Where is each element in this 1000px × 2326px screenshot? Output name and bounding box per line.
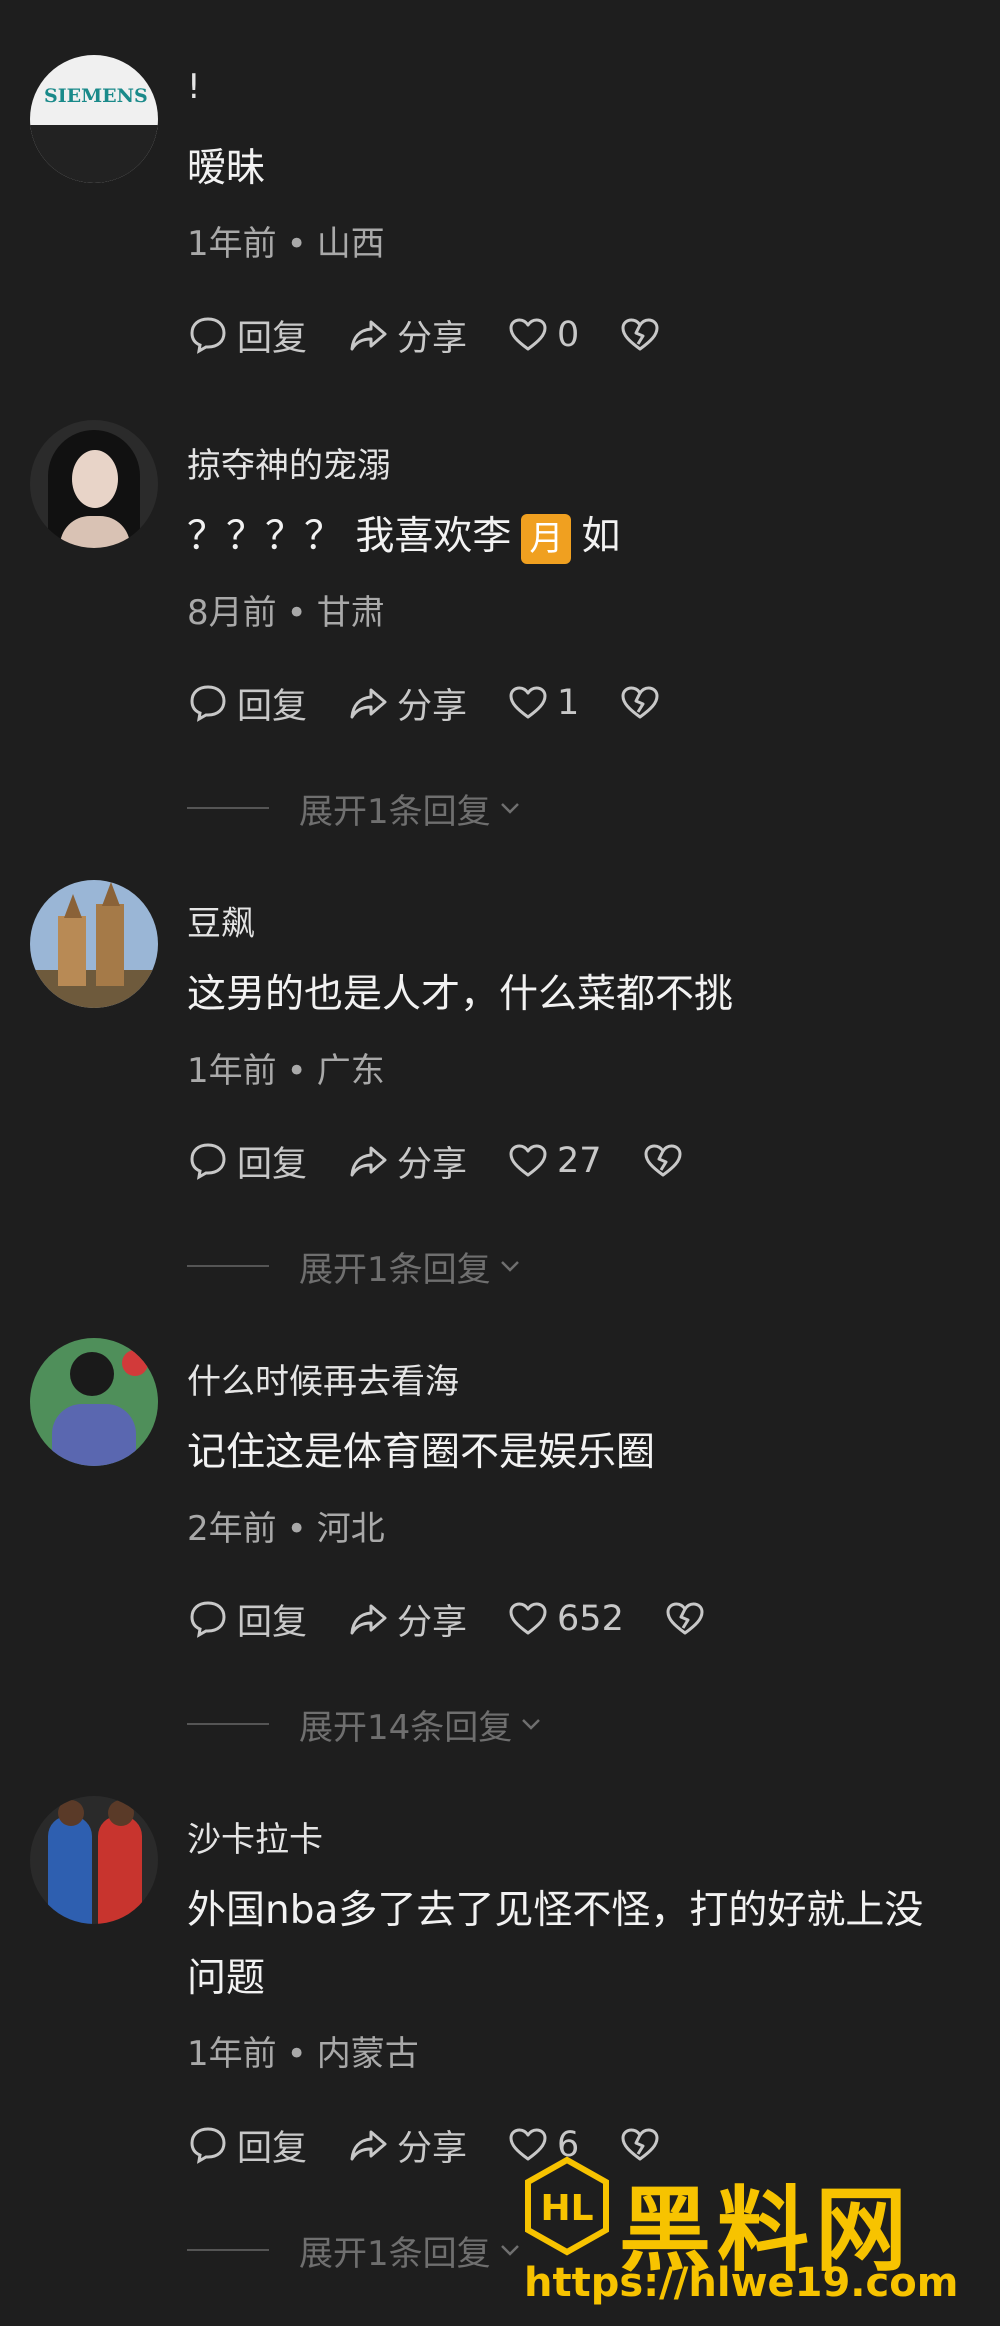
heart-icon bbox=[507, 1598, 549, 1640]
dislike-button[interactable] bbox=[664, 1598, 714, 1640]
comment-actions: 回复 分享 0 bbox=[187, 310, 709, 360]
comment-location: 内蒙古 bbox=[316, 2034, 419, 2074]
expand-replies-button[interactable]: 展开1条回复 bbox=[187, 1246, 525, 1290]
avatar[interactable] bbox=[30, 1796, 158, 1924]
avatar-logo-text: SIEMENS bbox=[44, 85, 148, 107]
broken-heart-icon bbox=[619, 314, 661, 356]
like-count: 1 bbox=[557, 683, 580, 723]
comment-text: 外国nba多了去了见怪不怪，打的好就上没 bbox=[187, 1888, 924, 1933]
heart-icon bbox=[507, 682, 549, 724]
expand-replies-button[interactable]: 展开1条回复 bbox=[187, 788, 525, 832]
comment-time: 8月前 bbox=[187, 593, 277, 633]
share-button[interactable]: 分享 bbox=[347, 2120, 467, 2171]
expand-replies-button[interactable]: 展开1条回复 bbox=[187, 2230, 525, 2274]
dislike-button[interactable] bbox=[619, 682, 669, 724]
comment-time: 2年前 bbox=[187, 1509, 277, 1549]
comment-bubble-icon bbox=[187, 682, 229, 724]
comment-bubble-icon bbox=[187, 1140, 229, 1182]
share-button[interactable]: 分享 bbox=[347, 310, 467, 361]
moon-emoji: 月 bbox=[521, 513, 572, 564]
username[interactable]: 掠夺神的宠溺 bbox=[187, 438, 391, 487]
dislike-button[interactable] bbox=[619, 314, 669, 356]
share-button[interactable]: 分享 bbox=[347, 1136, 467, 1187]
svg-text:HL: HL bbox=[540, 2188, 593, 2229]
dislike-button[interactable] bbox=[642, 1140, 692, 1182]
comment-time: 1年前 bbox=[187, 224, 277, 264]
hl-logo-icon: HL bbox=[525, 2156, 609, 2256]
comment-bubble-icon bbox=[187, 314, 229, 356]
chevron-down-icon bbox=[516, 1709, 546, 1739]
comment-location: 山西 bbox=[316, 224, 385, 264]
chevron-down-icon bbox=[495, 793, 525, 823]
like-button[interactable]: 1 bbox=[507, 682, 579, 724]
share-arrow-icon bbox=[347, 1598, 389, 1640]
comment-meta: 1年前 • 内蒙古 bbox=[187, 2034, 419, 2074]
username[interactable]: 豆飙 bbox=[187, 896, 255, 945]
like-count: 652 bbox=[557, 1599, 624, 1639]
expand-replies-button[interactable]: 展开14条回复 bbox=[187, 1704, 546, 1748]
comment-text: 这男的也是人才，什么菜都不挑 bbox=[187, 972, 734, 1017]
broken-heart-icon bbox=[664, 1598, 706, 1640]
chevron-down-icon bbox=[495, 1251, 525, 1281]
like-count: 27 bbox=[557, 1141, 602, 1181]
heart-icon bbox=[507, 314, 549, 356]
comment-meta: 2年前 • 河北 bbox=[187, 1509, 385, 1549]
reply-button[interactable]: 回复 bbox=[187, 1594, 307, 1645]
comment-text: ？？？？ 我喜欢李月如 bbox=[187, 502, 620, 572]
broken-heart-icon bbox=[642, 1140, 684, 1182]
comment-bubble-icon bbox=[187, 2124, 229, 2166]
like-count: 0 bbox=[557, 315, 580, 355]
broken-heart-icon bbox=[619, 682, 661, 724]
comment-actions: 回复 分享 1 bbox=[187, 678, 709, 728]
avatar[interactable]: SIEMENS bbox=[30, 55, 158, 183]
share-arrow-icon bbox=[347, 314, 389, 356]
comment-time: 1年前 bbox=[187, 1051, 277, 1091]
like-button[interactable]: 0 bbox=[507, 314, 579, 356]
divider-line bbox=[187, 2249, 269, 2251]
comment-meta: 1年前 • 广东 bbox=[187, 1051, 385, 1091]
username[interactable]: 沙卡拉卡 bbox=[187, 1812, 323, 1861]
reply-button[interactable]: 回复 bbox=[187, 678, 307, 729]
comment-bubble-icon bbox=[187, 1598, 229, 1640]
comment-time: 1年前 bbox=[187, 2034, 277, 2074]
comment-meta: 1年前 • 山西 bbox=[187, 224, 385, 264]
chevron-down-icon bbox=[495, 2235, 525, 2265]
share-button[interactable]: 分享 bbox=[347, 1594, 467, 1645]
username[interactable]: ! bbox=[187, 67, 201, 107]
comment-actions: 回复 分享 27 bbox=[187, 1136, 732, 1186]
divider-line bbox=[187, 807, 269, 809]
avatar[interactable] bbox=[30, 1338, 158, 1466]
share-arrow-icon bbox=[347, 2124, 389, 2166]
comment-location: 广东 bbox=[316, 1051, 385, 1091]
comment-text: 问题 bbox=[187, 1956, 266, 2001]
share-arrow-icon bbox=[347, 1140, 389, 1182]
watermark-url: https://hlwe19.com bbox=[524, 2260, 959, 2306]
avatar[interactable] bbox=[30, 420, 158, 548]
comment-location: 甘肃 bbox=[316, 593, 385, 633]
share-arrow-icon bbox=[347, 682, 389, 724]
reply-button[interactable]: 回复 bbox=[187, 2120, 307, 2171]
heart-icon bbox=[507, 1140, 549, 1182]
reply-button[interactable]: 回复 bbox=[187, 310, 307, 361]
comment-text: 记住这是体育圈不是娱乐圈 bbox=[187, 1430, 656, 1475]
avatar[interactable] bbox=[30, 880, 158, 1008]
username[interactable]: 什么时候再去看海 bbox=[187, 1354, 459, 1403]
comment-meta: 8月前 • 甘肃 bbox=[187, 593, 385, 633]
divider-line bbox=[187, 1723, 269, 1725]
comment-actions: 回复 分享 652 bbox=[187, 1594, 754, 1644]
like-button[interactable]: 27 bbox=[507, 1140, 602, 1182]
share-button[interactable]: 分享 bbox=[347, 678, 467, 729]
divider-line bbox=[187, 1265, 269, 1267]
reply-button[interactable]: 回复 bbox=[187, 1136, 307, 1187]
like-button[interactable]: 652 bbox=[507, 1598, 624, 1640]
watermark: HL 黑料网 https://hlwe19.com bbox=[524, 2156, 994, 2316]
comment-text: 暧昧 bbox=[187, 146, 266, 191]
comment-location: 河北 bbox=[316, 1509, 385, 1549]
